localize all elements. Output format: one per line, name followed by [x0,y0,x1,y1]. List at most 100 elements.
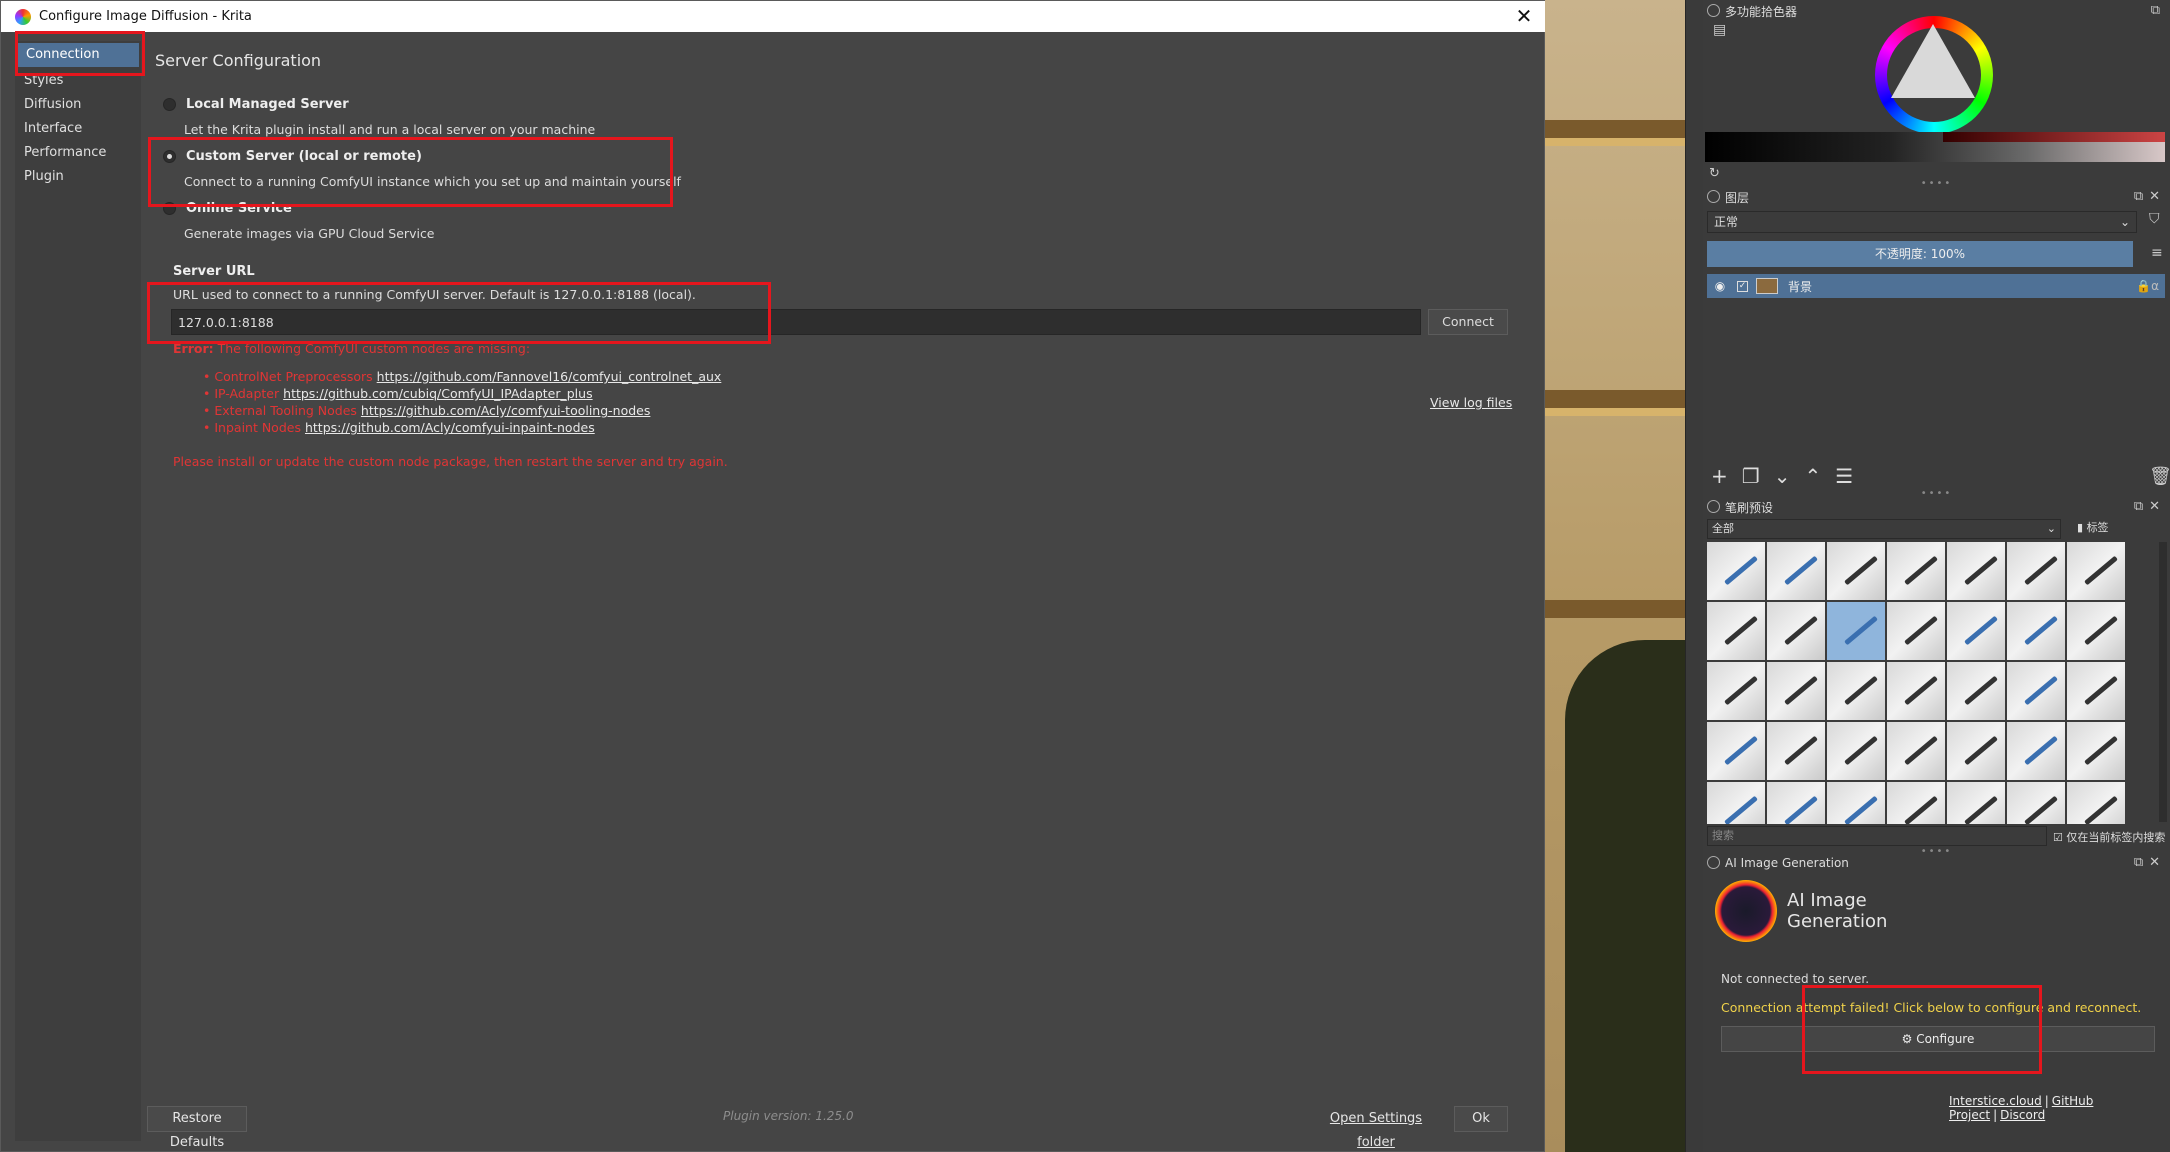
radio-custom-server[interactable] [163,150,176,163]
layer-checkbox[interactable]: ✓ [1737,280,1748,292]
add-layer-icon[interactable]: + [1711,464,1742,488]
docker-float-close-icon[interactable]: ⧉✕ [2134,499,2166,514]
brush-preset[interactable] [1947,662,2005,720]
brush-preset[interactable] [1767,782,1825,824]
nav-item-styles[interactable]: Styles [15,69,141,93]
opacity-slider[interactable]: 不透明度: 100% [1707,241,2133,267]
brush-preset[interactable] [2007,782,2065,824]
search-in-tag-checkbox[interactable]: ☑ 仅在当前标签内搜索 [2053,829,2165,845]
brush-preset[interactable] [1947,722,2005,780]
blend-mode-select[interactable]: 正常 ⌄ [1707,211,2137,233]
brush-preset[interactable] [1707,542,1765,600]
brush-preset[interactable] [2067,722,2125,780]
brush-preset[interactable] [1827,662,1885,720]
brush-tag-button[interactable]: ▮ 标签 [2077,519,2109,535]
nav-item-connection[interactable]: Connection [17,43,139,67]
brush-preset[interactable] [1887,722,1945,780]
ok-button[interactable]: Ok [1454,1106,1508,1132]
brush-preset[interactable] [1887,782,1945,824]
docker-float-close-icon[interactable]: ⧉✕ [2134,189,2166,204]
brush-preset[interactable] [2067,602,2125,660]
brush-preset[interactable] [1887,602,1945,660]
duplicate-layer-icon[interactable]: ❐ [1742,464,1774,488]
lock-icon[interactable]: 🔒α [2136,279,2159,293]
color-triangle[interactable] [1891,24,1975,98]
nav-item-plugin[interactable]: Plugin [15,165,141,189]
color-gradient-bar[interactable] [1943,132,2165,142]
missing-node-link[interactable]: https://github.com/Fannovel16/comfyui_co… [377,369,722,384]
color-settings-icon[interactable]: ▤ [1713,22,1726,38]
docker-float-close-icon[interactable]: ⧉ [2151,3,2166,18]
nav-item-diffusion[interactable]: Diffusion [15,93,141,117]
brush-preset[interactable] [1827,542,1885,600]
brush-preset[interactable] [1947,602,2005,660]
trash-icon[interactable]: 🗑 [2149,466,2170,487]
brush-preset-selected[interactable] [1827,602,1885,660]
brush-preset[interactable] [2067,542,2125,600]
brush-preset[interactable] [1707,662,1765,720]
brush-grid-scrollbar[interactable] [2159,542,2167,822]
brush-preset[interactable] [1767,722,1825,780]
move-down-icon[interactable]: ⌄ [1774,464,1805,488]
brush-preset[interactable] [1707,602,1765,660]
canvas-scrollbar[interactable] [1685,0,1703,1152]
filter-icon[interactable]: ⛉ [2149,211,2160,227]
discord-link[interactable]: Discord [2000,1108,2045,1122]
option-online-service[interactable]: Online Service [163,201,292,216]
option-local-server[interactable]: Local Managed Server [163,97,349,112]
dialog-footer: Restore Defaults Plugin version: 1.25.0 … [141,1101,1541,1150]
brush-search-input[interactable]: 搜索 [1707,826,2047,846]
brush-preset[interactable] [1707,782,1765,824]
radio-local-server[interactable] [163,98,176,111]
brush-preset[interactable] [1827,722,1885,780]
brush-preset[interactable] [1767,602,1825,660]
brush-preset[interactable] [1947,542,2005,600]
interstice-link[interactable]: Interstice.cloud [1949,1094,2042,1108]
connection-status: Not connected to server. [1721,972,1870,986]
docker-lock-icon[interactable] [1707,856,1720,869]
close-icon[interactable]: ✕ [1512,5,1536,27]
install-message: Please install or update the custom node… [173,454,728,469]
brush-preset[interactable] [1767,662,1825,720]
server-url-desc: URL used to connect to a running ComfyUI… [173,287,696,302]
restore-defaults-button[interactable]: Restore Defaults [147,1106,247,1150]
missing-node-link[interactable]: https://github.com/cubiq/ComfyUI_IPAdapt… [283,386,592,401]
missing-node-link[interactable]: https://github.com/Acly/comfyui-inpaint-… [305,420,595,435]
brush-preset[interactable] [1887,662,1945,720]
missing-node-link[interactable]: https://github.com/Acly/comfyui-tooling-… [361,403,650,418]
open-settings-folder-button[interactable]: Open Settings folder [1311,1106,1441,1150]
option-online-label: Online Service [186,201,292,216]
brush-preset[interactable] [2067,662,2125,720]
brush-preset[interactable] [1707,722,1765,780]
layers-title: 图层 [1725,190,1750,205]
brush-preset[interactable] [1887,542,1945,600]
brush-preset[interactable] [2007,662,2065,720]
configure-button[interactable]: ⚙ Configure [1721,1026,2155,1052]
brush-preset[interactable] [1767,542,1825,600]
gear-icon: ⚙ [1901,1032,1913,1046]
brush-preset[interactable] [2067,782,2125,824]
layer-row-background[interactable]: ◉ ✓ 背景 🔒α [1707,274,2165,298]
docker-float-close-icon[interactable]: ⧉✕ [2134,855,2166,870]
brush-preset[interactable] [1827,782,1885,824]
brush-preset[interactable] [2007,722,2065,780]
docker-lock-icon[interactable] [1707,190,1720,203]
brush-preset[interactable] [2007,602,2065,660]
nav-item-performance[interactable]: Performance [15,141,141,165]
brush-preset[interactable] [2007,542,2065,600]
brush-preset[interactable] [1947,782,2005,824]
connect-button[interactable]: Connect [1428,309,1508,335]
option-custom-server[interactable]: Custom Server (local or remote) [163,149,422,164]
layer-properties-icon[interactable]: ☰ [1835,464,1867,488]
menu-icon[interactable]: ≡ [2151,245,2163,261]
brush-tag-filter[interactable]: 全部 ⌄ [1707,519,2061,539]
radio-online-service[interactable] [163,202,176,215]
nav-item-interface[interactable]: Interface [15,117,141,141]
move-up-icon[interactable]: ⌃ [1804,464,1835,488]
server-url-input[interactable] [171,309,1421,335]
krita-canvas[interactable] [1545,0,1685,1152]
eye-icon[interactable]: ◉ [1711,279,1729,293]
docker-lock-icon[interactable] [1707,500,1720,513]
docker-lock-icon[interactable] [1707,4,1720,17]
view-log-files-link[interactable]: View log files [1430,395,1512,410]
